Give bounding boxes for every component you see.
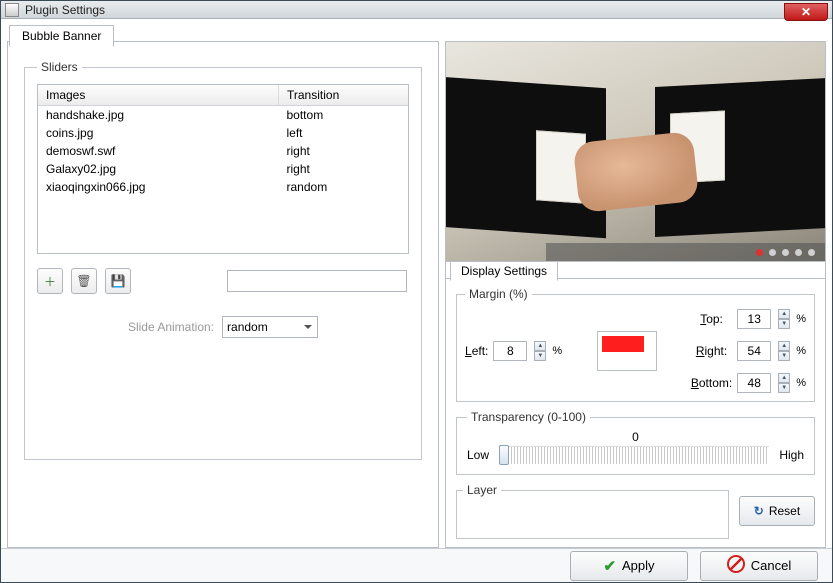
reset-label: Reset [769, 504, 800, 518]
content-area: Bubble Banner Sliders Images Transition [1, 19, 832, 548]
close-icon: ✕ [801, 5, 811, 19]
margin-top-input[interactable]: 13 [737, 309, 771, 329]
margin-bottom-spinner[interactable]: ▲▼ [778, 373, 790, 393]
margin-preview-swatch [597, 331, 657, 371]
transparency-low-label: Low [467, 448, 489, 462]
plus-icon: ＋ [44, 273, 56, 290]
tab-bubble-banner[interactable]: Bubble Banner [9, 25, 114, 47]
table-row[interactable]: handshake.jpgbottom [38, 106, 408, 125]
margin-left-label: Left: [465, 344, 488, 358]
margin-left-spinner[interactable]: ▲▼ [534, 341, 546, 361]
preview-image [446, 42, 825, 262]
apply-button[interactable]: Apply [570, 551, 688, 581]
apply-label: Apply [622, 558, 655, 573]
right-panel: Display Settings Margin (%) Top: 13 ▲▼ % [445, 41, 826, 548]
tab-display-settings-label: Display Settings [461, 264, 547, 278]
trash-icon: 🗑 [76, 274, 91, 288]
slide-animation-label: Slide Animation: [128, 320, 214, 334]
app-icon [5, 3, 19, 17]
transparency-fieldset: Transparency (0-100) 0 Low High [456, 410, 815, 475]
check-icon [603, 557, 616, 575]
col-transition[interactable]: Transition [279, 85, 409, 106]
titlebar[interactable]: Plugin Settings ✕ [1, 1, 832, 19]
col-images[interactable]: Images [38, 85, 279, 106]
pct-label: % [552, 345, 562, 357]
margin-left-input[interactable]: 8 [493, 341, 527, 361]
cancel-button[interactable]: Cancel [700, 551, 818, 581]
margin-top-label: Top: [700, 312, 723, 326]
slide-animation-select[interactable]: random [222, 316, 318, 338]
sliders-table[interactable]: Images Transition handshake.jpgbottom co… [37, 84, 409, 254]
plugin-settings-window: Plugin Settings ✕ Bubble Banner Sliders [0, 0, 833, 583]
transparency-high-label: High [779, 448, 804, 462]
pagination-dot[interactable] [769, 249, 776, 256]
margin-right-label: Right: [696, 344, 727, 358]
reset-icon [754, 504, 764, 518]
table-row[interactable]: xiaoqingxin066.jpgrandom [38, 178, 408, 196]
table-row[interactable]: coins.jpgleft [38, 124, 408, 142]
margin-legend: Margin (%) [465, 287, 532, 301]
margin-swatch-color [602, 336, 644, 352]
preview-pagination [546, 243, 825, 261]
margin-right-spinner[interactable]: ▲▼ [778, 341, 790, 361]
layer-fieldset: Layer [456, 483, 729, 539]
window-title: Plugin Settings [25, 3, 105, 17]
cancel-label: Cancel [751, 558, 791, 573]
display-settings-panel: Display Settings Margin (%) Top: 13 ▲▼ % [446, 278, 825, 547]
pct-label: % [796, 313, 806, 325]
transparency-legend: Transparency (0-100) [467, 410, 590, 424]
transparency-slider[interactable] [499, 446, 769, 464]
add-button[interactable]: ＋ [37, 268, 63, 294]
margin-right-input[interactable]: 54 [737, 341, 771, 361]
slide-animation-value: random [227, 320, 268, 334]
margin-bottom-input[interactable]: 48 [737, 373, 771, 393]
reset-button[interactable]: Reset [739, 496, 815, 526]
footer: Apply Cancel [1, 548, 832, 582]
tab-bubble-banner-label: Bubble Banner [22, 29, 101, 43]
delete-button[interactable]: 🗑 [71, 268, 97, 294]
filename-input[interactable] [227, 270, 407, 292]
pagination-dot[interactable] [782, 249, 789, 256]
table-row[interactable]: demoswf.swfright [38, 142, 408, 160]
cancel-icon [727, 555, 745, 576]
margin-fieldset: Margin (%) Top: 13 ▲▼ % Left: 8 [456, 287, 815, 402]
save-icon: 💾 [111, 274, 126, 288]
pagination-dot[interactable] [756, 249, 763, 256]
layer-legend: Layer [463, 483, 501, 497]
tab-display-settings[interactable]: Display Settings [450, 261, 558, 281]
pagination-dot[interactable] [795, 249, 802, 256]
margin-bottom-label: Bottom: [691, 376, 732, 390]
pct-label: % [796, 345, 806, 357]
margin-top-spinner[interactable]: ▲▼ [778, 309, 790, 329]
save-button[interactable]: 💾 [105, 268, 131, 294]
pagination-dot[interactable] [808, 249, 815, 256]
table-row[interactable]: Galaxy02.jpgright [38, 160, 408, 178]
left-panel: Bubble Banner Sliders Images Transition [7, 41, 439, 548]
pct-label: % [796, 377, 806, 389]
transparency-value: 0 [467, 430, 804, 444]
slider-thumb[interactable] [499, 445, 509, 465]
close-button[interactable]: ✕ [784, 3, 828, 21]
sliders-fieldset: Sliders Images Transition handshake.jpgb… [24, 60, 422, 460]
